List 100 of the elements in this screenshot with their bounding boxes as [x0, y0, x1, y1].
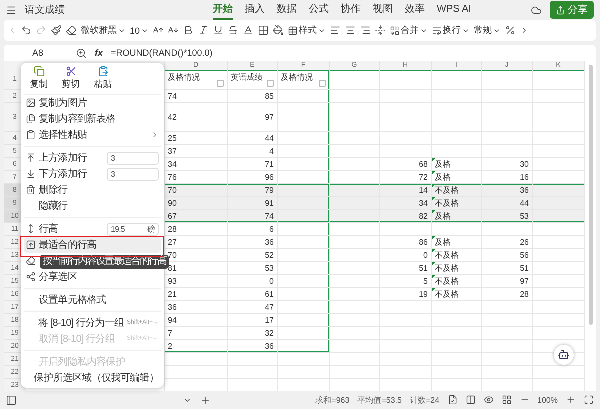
underline-icon	[213, 25, 224, 36]
table-cell	[330, 236, 380, 249]
menu-item[interactable]: 保护所选区域（仅我可编辑）	[24, 370, 161, 386]
table-cell	[278, 340, 330, 353]
style-button[interactable]: 样式	[288, 24, 326, 37]
scrollbar[interactable]	[588, 65, 592, 325]
table-cell	[228, 353, 278, 366]
formula-text[interactable]: =ROUND(RAND()*100.0)	[111, 48, 213, 58]
table-cell	[432, 145, 482, 158]
number-field[interactable]: 3	[107, 168, 159, 180]
menu-item[interactable]: 复制内容到新表格	[24, 111, 161, 127]
table-cell: 51	[380, 262, 432, 275]
menu-item[interactable]: 选择性粘贴	[24, 127, 161, 143]
table-cell	[330, 223, 380, 236]
table-cell: 70	[165, 249, 228, 262]
ribbon-tab[interactable]: 公式	[309, 0, 329, 20]
table-cell	[533, 249, 585, 262]
table-cell: 2	[165, 340, 228, 353]
table-cell	[380, 327, 432, 340]
table-cell	[330, 103, 380, 132]
ribbon-tab[interactable]: WPS AI	[437, 0, 472, 20]
table-cell	[482, 340, 533, 353]
ribbon-tab[interactable]: 视图	[373, 0, 393, 20]
table-cell	[278, 327, 330, 340]
menu-action[interactable]: 粘贴	[92, 66, 114, 91]
ribbon-tab[interactable]: 数据	[277, 0, 297, 20]
table-cell: 72	[380, 171, 432, 184]
table-cell	[228, 366, 278, 379]
number-field[interactable]: 3	[107, 152, 159, 164]
table-cell	[330, 158, 380, 171]
cell-reference[interactable]: A8	[8, 48, 68, 58]
eye-icon	[484, 395, 494, 405]
table-cell: 不及格	[432, 262, 482, 275]
table-cell: 74	[165, 90, 228, 103]
table-cell	[330, 262, 380, 275]
row-height-icon	[26, 224, 36, 234]
table-cell: 42	[165, 103, 228, 132]
table-cell: 97	[482, 275, 533, 288]
table-cell	[482, 90, 533, 103]
view-icon	[466, 395, 476, 405]
table-cell: 7	[165, 327, 228, 340]
table-cell	[432, 327, 482, 340]
wrap-button[interactable]: 换行	[432, 24, 470, 37]
table-cell: 90	[165, 197, 228, 210]
table-cell	[380, 223, 432, 236]
ribbon-tab[interactable]: 插入	[245, 0, 265, 20]
table-cell	[278, 158, 330, 171]
menu-item[interactable]: 设置单元格格式	[24, 292, 161, 308]
table-cell	[533, 103, 585, 132]
table-cell: 79	[228, 184, 278, 197]
filter-icon[interactable]	[217, 80, 224, 87]
share-button[interactable]: 分享	[550, 1, 594, 19]
table-cell	[330, 197, 380, 210]
clipboard-icon	[26, 130, 36, 140]
menu-item[interactable]: 下方添加行 3	[24, 166, 161, 182]
table-cell: 76	[165, 171, 228, 184]
zoom-level: 100%	[538, 396, 558, 404]
filter-icon[interactable]	[319, 80, 326, 87]
menu-item[interactable]: 删除行	[24, 182, 161, 198]
menu-item[interactable]: 上方添加行 3	[24, 150, 161, 166]
image-icon	[26, 98, 36, 108]
table-cell	[533, 158, 585, 171]
table-cell	[482, 223, 533, 236]
filter-icon[interactable]	[267, 80, 274, 87]
table-cell: 86	[380, 236, 432, 249]
menu-item[interactable]: 最适合的行高	[24, 237, 161, 253]
table-cell: 36	[228, 340, 278, 353]
table-cell	[278, 171, 330, 184]
column-heading: 英语成绩	[231, 72, 263, 83]
table-cell: 36	[165, 301, 228, 314]
table-cell: 56	[482, 249, 533, 262]
function-label[interactable]: fx	[95, 48, 104, 58]
number-field[interactable]: 19.5 磅	[107, 222, 159, 236]
align-center-icon	[345, 25, 356, 36]
border-icon	[258, 25, 270, 36]
table-cell: 17	[228, 314, 278, 327]
table-cell	[330, 340, 380, 353]
table-cell: 5	[380, 275, 432, 288]
menu-item[interactable]: 复制为图片	[24, 95, 161, 111]
copy-icon	[34, 66, 44, 77]
vertical-align-icon	[375, 25, 386, 36]
table-cell	[278, 223, 330, 236]
table-cell	[330, 314, 380, 327]
insert-above-icon	[26, 153, 36, 163]
merge-button[interactable]: 合并	[390, 24, 428, 37]
table-cell	[432, 366, 482, 379]
menu-item[interactable]: 行高 19.5 磅	[24, 221, 161, 237]
table-cell: 36	[482, 184, 533, 197]
menu-item[interactable]: 分享选区	[24, 269, 161, 285]
table-cell: 82	[380, 210, 432, 223]
ribbon-tab[interactable]: 协作	[341, 0, 361, 20]
font-select[interactable]: 微软雅黑	[81, 24, 126, 37]
ribbon-tab[interactable]: 效率	[405, 0, 425, 20]
menu-action[interactable]: 复制	[28, 66, 50, 91]
menu-action[interactable]: 剪切	[60, 66, 82, 91]
table-cell	[432, 223, 482, 236]
font-size-select[interactable]: 10	[130, 26, 150, 36]
table-cell	[533, 366, 585, 379]
menu-item[interactable]: 隐藏行	[24, 198, 161, 214]
number-format-select[interactable]: 常规	[474, 24, 502, 37]
